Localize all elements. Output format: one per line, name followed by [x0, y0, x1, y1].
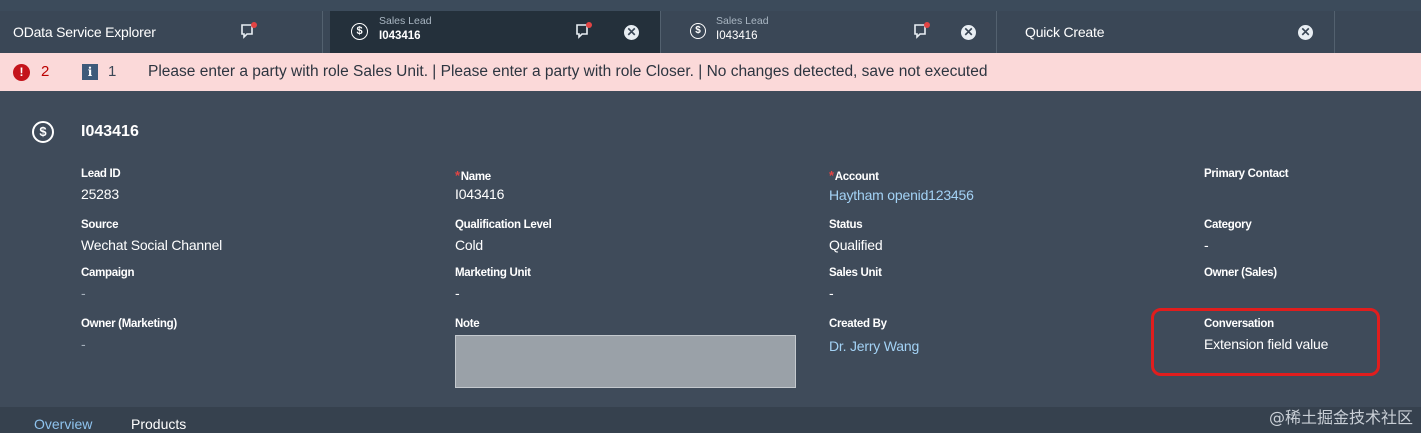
primary-contact-label: Primary Contact — [1204, 168, 1289, 180]
notification-icon[interactable] — [912, 21, 932, 41]
sales-unit-value: - — [829, 285, 834, 301]
qualification-level-value: Cold — [455, 237, 483, 253]
created-by-link[interactable]: Dr. Jerry Wang — [829, 338, 919, 354]
marketing-unit-label: Marketing Unit — [455, 267, 531, 279]
category-label: Category — [1204, 219, 1252, 231]
tab-quick-create[interactable]: Quick Create ✕ — [997, 11, 1334, 53]
owner-marketing-label: Owner (Marketing) — [81, 318, 177, 330]
tab-sales-lead[interactable]: $ Sales Lead I043416 ✕ — [661, 11, 996, 53]
tab-title: I043416 — [379, 30, 421, 42]
highlight-annotation — [1151, 308, 1380, 376]
close-tab-icon[interactable]: ✕ — [961, 25, 976, 40]
account-label: *Account — [829, 168, 879, 183]
notification-icon[interactable] — [239, 21, 259, 41]
dollar-icon: $ — [351, 23, 368, 40]
account-link[interactable]: Haytham openid123456 — [829, 187, 974, 203]
top-strip — [0, 0, 1421, 11]
close-tab-icon[interactable]: ✕ — [1298, 25, 1313, 40]
close-tab-icon[interactable]: ✕ — [624, 25, 639, 40]
status-value: Qualified — [829, 237, 883, 253]
tab-subtitle: Sales Lead — [379, 15, 432, 27]
tab-sales-lead-active[interactable]: $ Sales Lead I043416 ✕ — [330, 11, 660, 53]
tab-separator — [1334, 11, 1335, 53]
sales-lead-icon: $ — [32, 121, 54, 143]
account-label-text: Account — [834, 171, 879, 183]
section-tabs: Overview Products — [0, 407, 1421, 433]
name-label: *Name — [455, 168, 491, 183]
notification-icon[interactable] — [574, 21, 594, 41]
required-marker: * — [829, 168, 834, 183]
object-title: I043416 — [81, 123, 139, 140]
required-marker: * — [455, 168, 460, 183]
qualification-level-label: Qualification Level — [455, 219, 552, 231]
owner-marketing-value: - — [81, 336, 86, 352]
tab-subtitle: Sales Lead — [716, 15, 769, 27]
marketing-unit-value: - — [455, 285, 460, 301]
source-value: Wechat Social Channel — [81, 237, 223, 253]
tab-separator — [322, 11, 323, 53]
watermark: @稀土掘金技术社区 — [1268, 408, 1413, 427]
info-icon[interactable]: i — [82, 64, 98, 80]
tab-products[interactable]: Products — [131, 416, 186, 432]
sales-unit-label: Sales Unit — [829, 267, 882, 279]
campaign-label: Campaign — [81, 267, 135, 279]
message-strip[interactable]: ! 2 i 1 Please enter a party with role S… — [0, 53, 1421, 91]
tab-title: Quick Create — [1025, 24, 1105, 40]
tab-title: OData Service Explorer — [13, 24, 156, 40]
status-label: Status — [829, 219, 863, 231]
error-icon[interactable]: ! — [13, 64, 30, 81]
campaign-value: - — [81, 285, 86, 301]
lead-id-value: 25283 — [81, 186, 119, 202]
tab-bar: OData Service Explorer $ Sales Lead I043… — [0, 11, 1421, 53]
name-label-text: Name — [460, 171, 491, 183]
lead-id-label: Lead ID — [81, 168, 121, 180]
message-text: Please enter a party with role Sales Uni… — [148, 63, 988, 80]
tab-odata-service-explorer[interactable]: OData Service Explorer — [0, 11, 322, 53]
category-value: - — [1204, 237, 1209, 253]
name-value: I043416 — [455, 186, 505, 202]
info-count[interactable]: 1 — [108, 63, 116, 80]
note-field[interactable] — [455, 335, 796, 388]
created-by-label: Created By — [829, 318, 887, 330]
tab-title: I043416 — [716, 30, 758, 42]
note-label: Note — [455, 318, 480, 330]
error-count[interactable]: 2 — [41, 63, 49, 80]
tab-overview[interactable]: Overview — [34, 416, 92, 432]
source-label: Source — [81, 219, 119, 231]
owner-sales-label: Owner (Sales) — [1204, 267, 1277, 279]
dollar-icon: $ — [690, 23, 706, 39]
